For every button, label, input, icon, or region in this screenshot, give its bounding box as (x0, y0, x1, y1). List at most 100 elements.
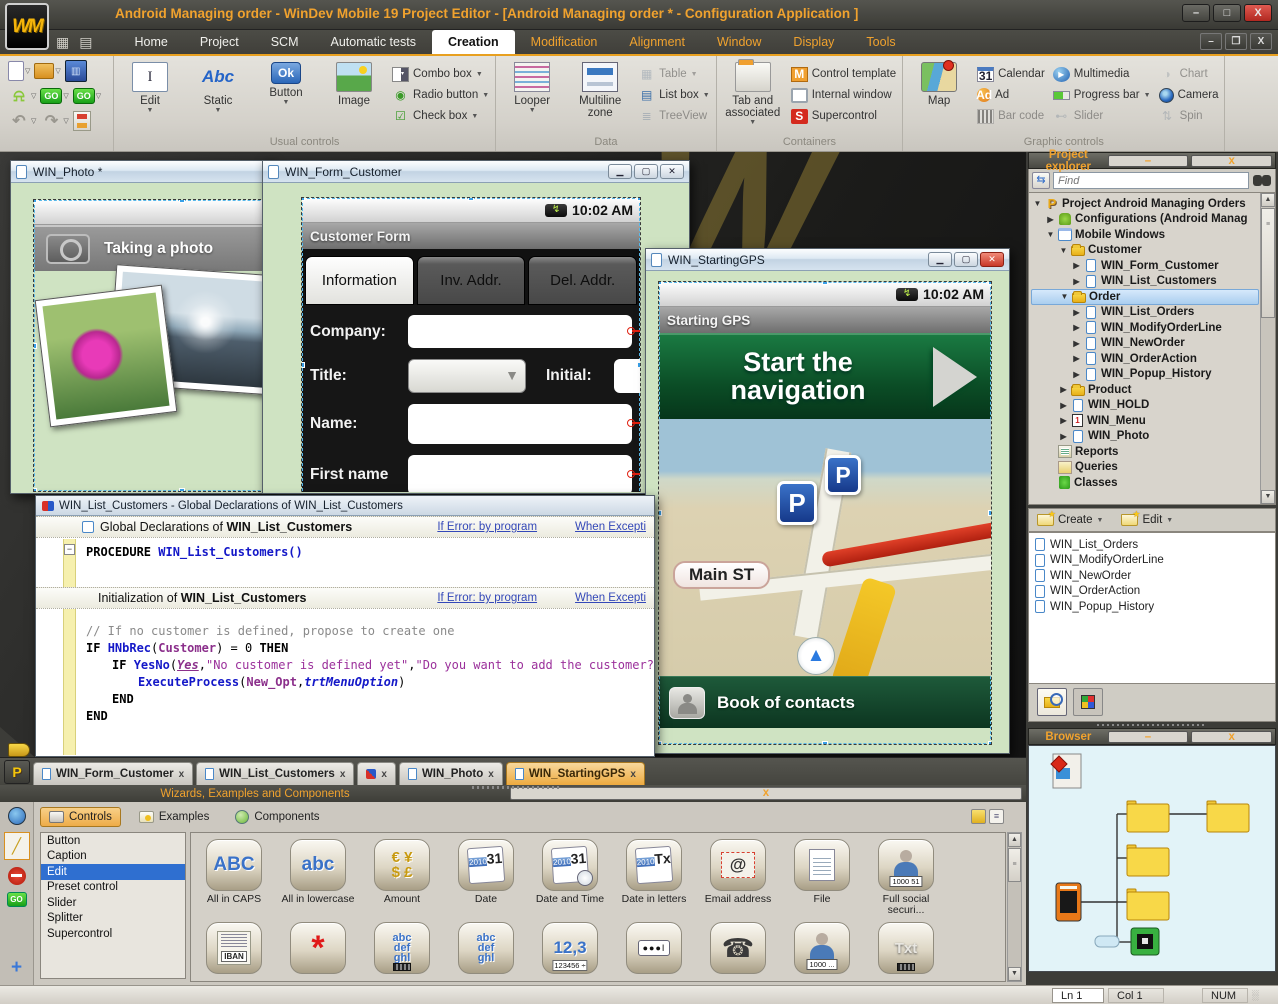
menu-project[interactable]: Project (184, 30, 255, 54)
file-item-win-popup-history[interactable]: WIN_Popup_History (1035, 599, 1275, 615)
photo-banner[interactable]: Taking a photo (34, 225, 271, 271)
go-button[interactable]: GO▽ (73, 88, 101, 104)
child-close-button[interactable]: X (1250, 33, 1272, 50)
tree-item-win-list-customers[interactable]: ▶WIN_List_Customers (1031, 274, 1259, 290)
doc-tab-win-list-customers[interactable]: WIN_List_Customersx (196, 762, 354, 785)
file-item-win-orderaction[interactable]: WIN_OrderAction (1035, 584, 1275, 600)
selection-handle[interactable] (179, 488, 185, 492)
menu-display[interactable]: Display (777, 30, 850, 54)
code-editor-titlebar[interactable]: WIN_List_Customers - Global Declarations… (36, 496, 654, 516)
doc-tab-win-startinggps[interactable]: WIN_StartingGPSx (506, 762, 645, 785)
control-type-splitter[interactable]: Splitter (41, 911, 185, 927)
expand-arrow-icon[interactable]: ▶ (1072, 323, 1081, 332)
preset-tile-all-in-lowercase[interactable]: abcAll in lowercase (289, 839, 347, 916)
explorer-minimize-button[interactable]: – (1108, 155, 1189, 167)
grid-scrollbar[interactable]: ▲ ≡ ▼ (1007, 832, 1022, 982)
preset-tile-full-social-securi[interactable]: 1000 51Full social securi... (877, 839, 935, 916)
maximize-button[interactable]: □ (1213, 4, 1241, 22)
window-code-editor[interactable]: WIN_List_Customers - Global Declarations… (35, 495, 655, 757)
preset-tile-txtkbd[interactable]: Txt (877, 922, 935, 974)
new-button[interactable]: ▽ (8, 61, 30, 81)
start-navigation-button[interactable]: Start the navigation (659, 333, 991, 419)
win-form-close[interactable]: ✕ (660, 164, 684, 179)
browser-header[interactable]: Browser – x (1028, 728, 1276, 745)
expand-arrow-icon[interactable]: ▶ (1059, 401, 1068, 410)
button-button[interactable]: OkButton▼ (256, 59, 316, 106)
if-error-link[interactable]: If Error: by program (437, 592, 537, 604)
win-gps-titlebar[interactable]: WIN_StartingGPS ▁ ▢ ✕ (646, 249, 1009, 271)
open-button[interactable]: ▽ (34, 63, 60, 79)
project-home-tab[interactable]: P (4, 760, 30, 784)
control-type-edit[interactable]: Edit (41, 864, 185, 880)
tree-item-mobile-windows[interactable]: ▼Mobile Windows (1031, 227, 1259, 243)
combo-box-button[interactable]: Combo box▼ (392, 65, 489, 83)
expand-arrow-icon[interactable]: ▶ (1059, 432, 1068, 441)
gps-map[interactable]: P P Main ST ▲ (659, 419, 991, 676)
components-view-tab[interactable] (1073, 688, 1103, 716)
when-exception-link[interactable]: When Excepti (575, 521, 646, 533)
tree-item-win-popup-history[interactable]: ▶WIN_Popup_History (1031, 367, 1259, 383)
find-input[interactable] (1053, 172, 1249, 189)
save-button[interactable]: ▥ (65, 60, 87, 82)
tree-item-order[interactable]: ▼Order (1031, 289, 1259, 305)
doc-tab-win-form-customer[interactable]: WIN_Form_Customerx (33, 762, 193, 785)
photo-statusbar[interactable]: ↯ (34, 200, 271, 225)
progress-bar-button[interactable]: Progress bar▼ (1053, 86, 1151, 104)
form-tab-information[interactable]: Information (305, 256, 414, 305)
expand-arrow-icon[interactable]: ▶ (1059, 385, 1068, 394)
code-line[interactable]: IF YesNo(Yes,"No customer is defined yet… (36, 657, 654, 674)
wizard-tab-controls[interactable]: Controls (40, 807, 121, 827)
add-icon[interactable]: + (6, 957, 28, 979)
sync-icon[interactable]: ⇆ (1032, 172, 1050, 189)
go-button[interactable]: GO▽ (40, 88, 68, 104)
explorer-close-button[interactable]: x (1191, 155, 1272, 167)
window-list-icon[interactable]: ▤ (79, 34, 92, 51)
selection-handle[interactable] (988, 510, 992, 516)
window-win-form-customer[interactable]: WIN_Form_Customer ▁ ▢ ✕ ↯ 10:02 AM Custo… (262, 160, 690, 494)
tree-item-configurations-android-manag[interactable]: ▶Configurations (Android Manag (1031, 212, 1259, 228)
control-type-caption[interactable]: Caption (41, 849, 185, 865)
edit-button[interactable]: Edit ▼ (1121, 514, 1173, 526)
android-button[interactable]: ⍾▽ (8, 85, 36, 107)
link-capsule[interactable] (1095, 936, 1119, 947)
scroll-down-button[interactable]: ▼ (1008, 967, 1021, 981)
browser-diagram[interactable] (1028, 745, 1276, 972)
win-form-minimize[interactable]: ▁ (608, 164, 632, 179)
tree-item-win-photo[interactable]: ▶WIN_Photo (1031, 429, 1259, 445)
expand-arrow-icon[interactable]: ▶ (1072, 308, 1081, 317)
selection-handle[interactable] (33, 488, 37, 492)
win-form-maximize[interactable]: ▢ (634, 164, 658, 179)
selection-handle[interactable] (822, 741, 828, 745)
gps-design-canvas[interactable]: ↯ 10:02 AM Starting GPS Start the naviga… (658, 281, 992, 745)
tab-and-associated-button[interactable]: Tab and associated▼ (723, 59, 783, 126)
when-exception-link[interactable]: When Excepti (575, 592, 646, 604)
menu-tools[interactable]: Tools (850, 30, 911, 54)
window-win-photo[interactable]: WIN_Photo * ↯ Taking a photo (10, 160, 272, 494)
tree-item-win-hold[interactable]: ▶WIN_HOLD (1031, 398, 1259, 414)
tree-item-product[interactable]: ▶Product (1031, 382, 1259, 398)
code-line[interactable]: IF HNbRec(Customer) = 0 THEN (36, 640, 654, 657)
expand-arrow-icon[interactable]: ▶ (1072, 354, 1081, 363)
tree-item-queries[interactable]: Queries (1031, 460, 1259, 476)
win-gps-close[interactable]: ✕ (980, 252, 1004, 267)
binoculars-icon[interactable] (1252, 172, 1272, 189)
code-line[interactable]: END (36, 708, 654, 725)
magic-wand-icon[interactable]: ╱ (4, 832, 30, 860)
selection-handle[interactable] (988, 741, 992, 745)
book-of-contacts-button[interactable]: Book of contacts (659, 676, 991, 728)
tree-item-project-android-managing-orders[interactable]: ▼PProject Android Managing Orders (1031, 196, 1259, 212)
collapse-toggle[interactable]: − (64, 544, 75, 555)
multimedia-button[interactable]: ▸Multimedia (1053, 65, 1151, 83)
close-tab-icon[interactable]: x (630, 769, 636, 780)
scroll-up-button[interactable]: ▲ (1261, 193, 1275, 207)
resize-grip[interactable]: ░ (1252, 990, 1262, 1000)
win-form-titlebar[interactable]: WIN_Form_Customer ▁ ▢ ✕ (263, 161, 689, 183)
tree-scrollbar[interactable]: ▲ ≡ ▼ (1260, 193, 1275, 504)
browser-minimize-button[interactable]: – (1108, 731, 1189, 743)
control-type-button[interactable]: Button (41, 833, 185, 849)
preset-tile-iban[interactable]: IBAN (205, 922, 263, 974)
preset-tile-phone[interactable]: ☎ (709, 922, 767, 974)
check-box-button[interactable]: ☑Check box▼ (392, 107, 489, 125)
tree-item-reports[interactable]: Reports (1031, 444, 1259, 460)
expand-arrow-icon[interactable]: ▼ (1046, 230, 1055, 239)
